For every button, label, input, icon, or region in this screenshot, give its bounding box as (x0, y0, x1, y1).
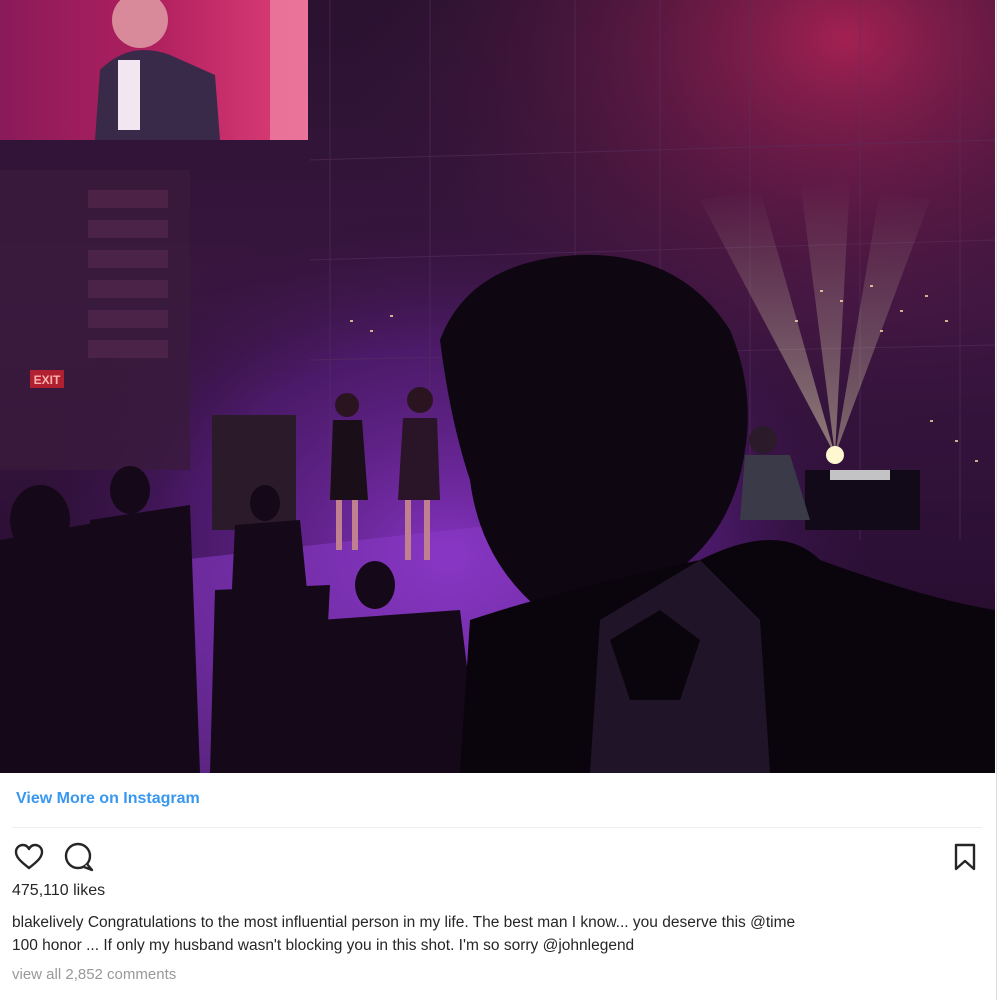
view-more-on-instagram-link[interactable]: View More on Instagram (16, 790, 200, 808)
exit-sign-text: EXIT (34, 373, 61, 387)
video-screen (0, 0, 308, 140)
view-all-comments-link[interactable]: view all 2,852 comments (12, 966, 176, 983)
comment-bubble-icon[interactable] (62, 840, 96, 874)
divider (12, 827, 982, 828)
post-caption: blakelively Congratulations to the most … (12, 911, 982, 957)
instagram-post-embed: EXIT View More on Instagram 475,110 like… (0, 0, 997, 1000)
heart-icon[interactable] (12, 840, 46, 874)
caption-text-line2: 100 honor ... If only my husband wasn't … (12, 937, 635, 954)
caption-text-line1: Congratulations to the most influential … (87, 914, 796, 931)
bookmark-icon[interactable] (948, 840, 982, 874)
concert-scene: EXIT (0, 0, 995, 773)
exit-sign: EXIT (30, 370, 64, 388)
likes-count[interactable]: 475,110 likes (12, 882, 105, 900)
post-photo[interactable]: EXIT (0, 0, 995, 773)
caption-username[interactable]: blakelively (12, 914, 84, 931)
post-actions-bar (12, 840, 982, 874)
